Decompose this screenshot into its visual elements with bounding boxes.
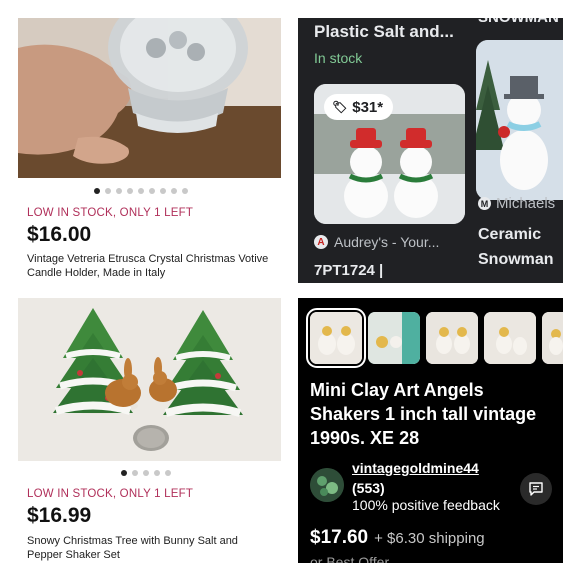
carousel-dot[interactable]: [149, 188, 155, 194]
listing-price: $16.99: [27, 504, 92, 527]
carousel-dot[interactable]: [171, 188, 177, 194]
product-title[interactable]: Plastic Salt and...: [314, 22, 454, 42]
stock-status: LOW IN STOCK, ONLY 1 LEFT: [27, 207, 194, 219]
listing-title[interactable]: Vintage Vetreria Etrusca Crystal Christm…: [27, 252, 272, 280]
listing-price: $16.00: [27, 223, 92, 246]
carousel-dots[interactable]: [94, 188, 188, 194]
listing-card-votive[interactable]: LOW IN STOCK, ONLY 1 LEFT $16.00 Vintage…: [18, 18, 281, 283]
product-image[interactable]: 🏷 $31*: [314, 84, 465, 224]
thumbnail-4[interactable]: [484, 312, 536, 364]
tag-icon: 🏷: [332, 100, 348, 114]
listing-price: $17.60: [310, 527, 369, 548]
carousel-dot[interactable]: [127, 188, 133, 194]
stock-status: LOW IN STOCK, ONLY 1 LEFT: [27, 488, 194, 500]
carousel-dot[interactable]: [154, 470, 160, 476]
seller-avatar[interactable]: [310, 468, 344, 502]
carousel-dot[interactable]: [132, 470, 138, 476]
carousel-dots[interactable]: [121, 470, 171, 476]
carousel-dot[interactable]: [116, 188, 122, 194]
listing-title[interactable]: Snowy Christmas Tree with Bunny Salt and…: [27, 534, 272, 562]
product-photo[interactable]: [18, 18, 281, 178]
side-seller-row[interactable]: M Michaels: [478, 195, 555, 212]
seller-name: Audrey's - Your...: [334, 234, 440, 250]
availability: In stock: [314, 50, 363, 66]
listing-title: Mini Clay Art Angels Shakers 1 inch tall…: [310, 380, 537, 448]
seller-name[interactable]: vintagegoldmine44: [352, 460, 479, 476]
product-code: 7PT1724 |: [314, 262, 384, 279]
thumbnail-1[interactable]: [306, 308, 366, 368]
seller-row[interactable]: A Audrey's - Your...: [314, 234, 439, 250]
carousel-dot[interactable]: [143, 470, 149, 476]
carousel-dot[interactable]: [94, 188, 100, 194]
seller-logo-icon: A: [314, 235, 328, 249]
feedback-count: (553): [352, 480, 385, 496]
carousel-dot[interactable]: [105, 188, 111, 194]
michaels-logo-icon: M: [478, 197, 491, 210]
carousel-dot[interactable]: [138, 188, 144, 194]
product-photo[interactable]: [18, 298, 281, 461]
best-offer: or Best Offer: [310, 554, 390, 563]
listing-card-tree-shakers[interactable]: LOW IN STOCK, ONLY 1 LEFT $16.99 Snowy C…: [18, 298, 281, 563]
price-row: $17.60 + $6.30 shipping: [310, 527, 485, 549]
side-title-line-2: Snowman: [478, 251, 554, 268]
thumbnail-2[interactable]: [368, 312, 420, 364]
chat-icon: [529, 482, 543, 496]
carousel-dot[interactable]: [160, 188, 166, 194]
side-title-cut: SNOWMAN: [478, 18, 559, 26]
ebay-listing-view[interactable]: Mini Clay Art Angels Shakers 1 inch tall…: [298, 298, 563, 563]
side-product-image[interactable]: [476, 40, 563, 200]
thumbnail-3[interactable]: [426, 312, 478, 364]
shipping-cost: + $6.30 shipping: [374, 530, 485, 547]
side-seller-name: Michaels: [496, 195, 556, 212]
thumbnail-5[interactable]: [542, 312, 563, 364]
side-title-line-1: Ceramic: [478, 226, 542, 243]
price-tag-label: $31*: [352, 98, 384, 116]
price-tag: 🏷 $31*: [324, 94, 394, 120]
message-seller-button[interactable]: [520, 473, 552, 505]
carousel-dot[interactable]: [165, 470, 171, 476]
shopping-result-card[interactable]: Plastic Salt and... In stock 🏷 $31* A Au…: [298, 18, 563, 283]
feedback-percent: 100% positive feedback: [352, 497, 500, 513]
carousel-dot[interactable]: [182, 188, 188, 194]
carousel-dot[interactable]: [121, 470, 127, 476]
side-product-title[interactable]: Ceramic Snowman: [478, 222, 554, 272]
